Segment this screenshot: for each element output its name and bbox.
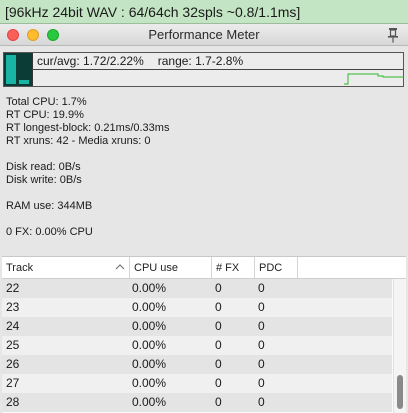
cell-pdc: 0 (258, 376, 265, 390)
total-cpu: Total CPU: 1.7% (6, 96, 87, 108)
meter-readout: cur/avg: 1.72/2.22% range: 1.7-2.8% (37, 54, 243, 69)
table-row[interactable]: 23 0.00% 0 0 (2, 298, 392, 317)
cell-cpu-use: 0.00% (132, 395, 167, 409)
cell-track: 26 (6, 357, 20, 371)
column-header-track[interactable]: Track (2, 257, 130, 278)
cpu-meter-bar (4, 53, 33, 86)
cell-pdc: 0 (258, 300, 265, 314)
fx-cpu: 0 FX: 0.00% CPU (6, 226, 93, 238)
table-row[interactable]: 27 0.00% 0 0 (2, 374, 392, 393)
cell-track: 22 (6, 281, 20, 295)
rt-xruns: RT xruns: 42 - Media xruns: 0 (6, 135, 151, 147)
cell-fx-count: 0 (215, 281, 222, 295)
table-body: 22 0.00% 0 0 23 0.00% 0 0 24 0.00% 0 0 2… (2, 279, 392, 412)
cell-fx-count: 0 (215, 300, 222, 314)
column-header-label: Track (6, 262, 34, 274)
cell-cpu-use: 0.00% (132, 300, 167, 314)
cell-fx-count: 0 (215, 319, 222, 333)
cell-cpu-use: 0.00% (132, 281, 167, 295)
table-scrollbar[interactable] (393, 279, 406, 413)
column-header-pdc[interactable]: PDC (255, 257, 298, 278)
cell-pdc: 0 (258, 281, 265, 295)
sort-ascending-icon (115, 264, 125, 270)
cpu-meter: cur/avg: 1.72/2.22% range: 1.7-2.8% (3, 52, 404, 87)
table-row[interactable]: 22 0.00% 0 0 (2, 279, 392, 298)
cell-track: 25 (6, 338, 20, 352)
rt-longest-block: RT longest-block: 0.21ms/0.33ms (6, 122, 170, 134)
cell-cpu-use: 0.00% (132, 338, 167, 352)
cell-cpu-use: 0.00% (132, 376, 167, 390)
scrollbar-thumb[interactable] (397, 375, 403, 409)
cpu-meter-fill-current (6, 55, 16, 84)
disk-write: Disk write: 0B/s (6, 174, 82, 186)
cpu-meter-fill-average (19, 80, 29, 84)
cur-avg-readout: cur/avg: 1.72/2.22% (37, 54, 144, 68)
range-readout: range: 1.7-2.8% (157, 54, 244, 68)
cell-track: 23 (6, 300, 20, 314)
status-bar-text: [96kHz 24bit WAV : 64/64ch 32spls ~0.8/1… (5, 4, 301, 20)
cell-pdc: 0 (258, 319, 265, 333)
cell-track: 27 (6, 376, 20, 390)
column-header-label: PDC (259, 262, 283, 274)
ram-use: RAM use: 344MB (6, 200, 93, 212)
column-header-label: CPU use (134, 262, 179, 274)
rt-cpu: RT CPU: 19.9% (6, 109, 84, 121)
cell-pdc: 0 (258, 395, 265, 409)
cpu-history-graph (344, 73, 404, 85)
cell-fx-count: 0 (215, 357, 222, 371)
table-header: Track CPU use # FX PDC (2, 257, 406, 279)
table-row[interactable]: 28 0.00% 0 0 (2, 393, 392, 412)
cell-pdc: 0 (258, 338, 265, 352)
column-header-cpu-use[interactable]: CPU use (130, 257, 212, 278)
table-row[interactable]: 25 0.00% 0 0 (2, 336, 392, 355)
disk-read: Disk read: 0B/s (6, 161, 81, 173)
table-row[interactable]: 26 0.00% 0 0 (2, 355, 392, 374)
status-bar: [96kHz 24bit WAV : 64/64ch 32spls ~0.8/1… (0, 0, 408, 24)
cell-track: 24 (6, 319, 20, 333)
column-header-fx[interactable]: # FX (212, 257, 255, 278)
cell-cpu-use: 0.00% (132, 319, 167, 333)
track-table: Track CPU use # FX PDC 22 0.00% 0 0 23 0… (2, 256, 406, 413)
pin-icon[interactable] (386, 27, 400, 43)
cell-fx-count: 0 (215, 376, 222, 390)
table-row[interactable]: 24 0.00% 0 0 (2, 317, 392, 336)
cell-fx-count: 0 (215, 338, 222, 352)
window-titlebar[interactable]: Performance Meter (0, 24, 408, 46)
window-title: Performance Meter (148, 27, 260, 42)
cell-track: 28 (6, 395, 20, 409)
cell-pdc: 0 (258, 357, 265, 371)
column-header-label: # FX (216, 262, 240, 274)
cell-cpu-use: 0.00% (132, 357, 167, 371)
cell-fx-count: 0 (215, 395, 222, 409)
